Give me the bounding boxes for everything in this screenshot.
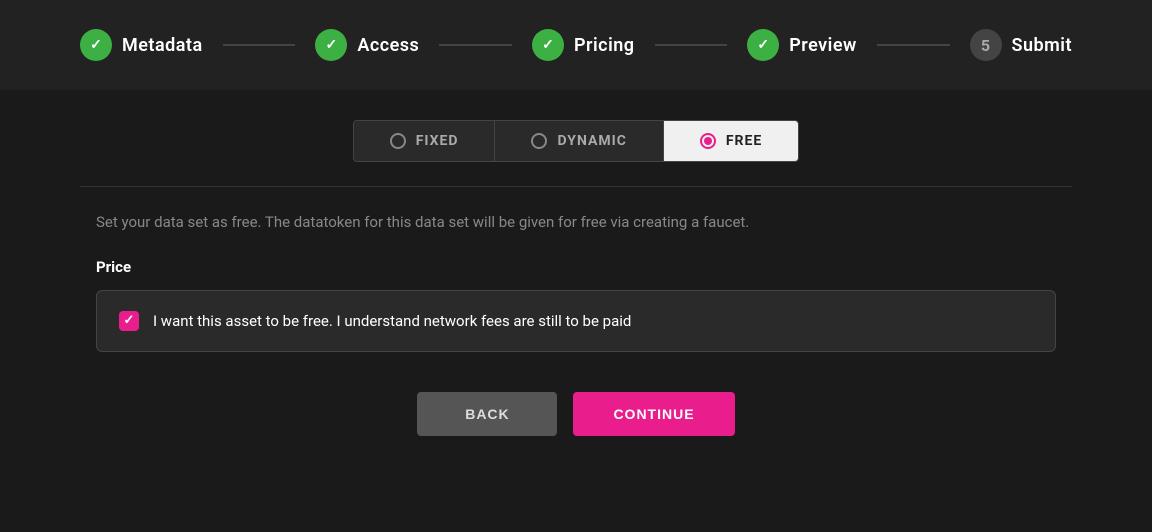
tab-fixed-radio [390, 133, 406, 149]
step-submit-icon: 5 [970, 29, 1002, 61]
step-access-icon: ✓ [315, 29, 347, 61]
continue-button[interactable]: CONTINUE [573, 392, 734, 436]
description-text: Set your data set as free. The datatoken… [96, 211, 1056, 234]
step-metadata-label: Metadata [122, 35, 203, 56]
step-preview: ✓ Preview [747, 29, 857, 61]
connector-1 [223, 44, 296, 46]
tab-fixed[interactable]: FIXED [354, 121, 496, 161]
tab-dynamic-radio [531, 133, 547, 149]
button-row: BACK CONTINUE [417, 392, 734, 436]
connector-4 [877, 44, 950, 46]
tab-dynamic-label: DYNAMIC [557, 133, 626, 149]
tab-fixed-label: FIXED [416, 133, 459, 149]
checkbox-label-text: I want this asset to be free. I understa… [153, 312, 631, 330]
free-asset-checkbox[interactable]: ✓ [119, 311, 139, 331]
step-metadata-icon: ✓ [80, 29, 112, 61]
connector-2 [439, 44, 512, 46]
step-submit: 5 Submit [970, 29, 1073, 61]
tab-divider [80, 186, 1072, 187]
tab-free[interactable]: FREE [664, 121, 798, 161]
step-submit-label: Submit [1012, 35, 1073, 56]
back-button[interactable]: BACK [417, 392, 557, 436]
tab-free-label: FREE [726, 133, 762, 149]
checkbox-container: ✓ I want this asset to be free. I unders… [96, 290, 1056, 352]
step-preview-icon: ✓ [747, 29, 779, 61]
step-pricing-icon: ✓ [532, 29, 564, 61]
main-content: FIXED DYNAMIC FREE Set your data set as … [0, 90, 1152, 466]
tab-dynamic[interactable]: DYNAMIC [495, 121, 663, 161]
step-pricing: ✓ Pricing [532, 29, 635, 61]
step-access-label: Access [357, 35, 419, 56]
checkbox-check-icon: ✓ [124, 313, 135, 328]
content-area: Set your data set as free. The datatoken… [96, 211, 1056, 352]
tab-free-radio [700, 133, 716, 149]
pricing-tabs: FIXED DYNAMIC FREE [353, 120, 800, 162]
step-metadata: ✓ Metadata [80, 29, 203, 61]
step-access: ✓ Access [315, 29, 419, 61]
step-preview-label: Preview [789, 35, 857, 56]
connector-3 [655, 44, 728, 46]
price-section-label: Price [96, 258, 1056, 276]
step-pricing-label: Pricing [574, 35, 635, 56]
stepper: ✓ Metadata ✓ Access ✓ Pricing ✓ Preview … [0, 0, 1152, 90]
